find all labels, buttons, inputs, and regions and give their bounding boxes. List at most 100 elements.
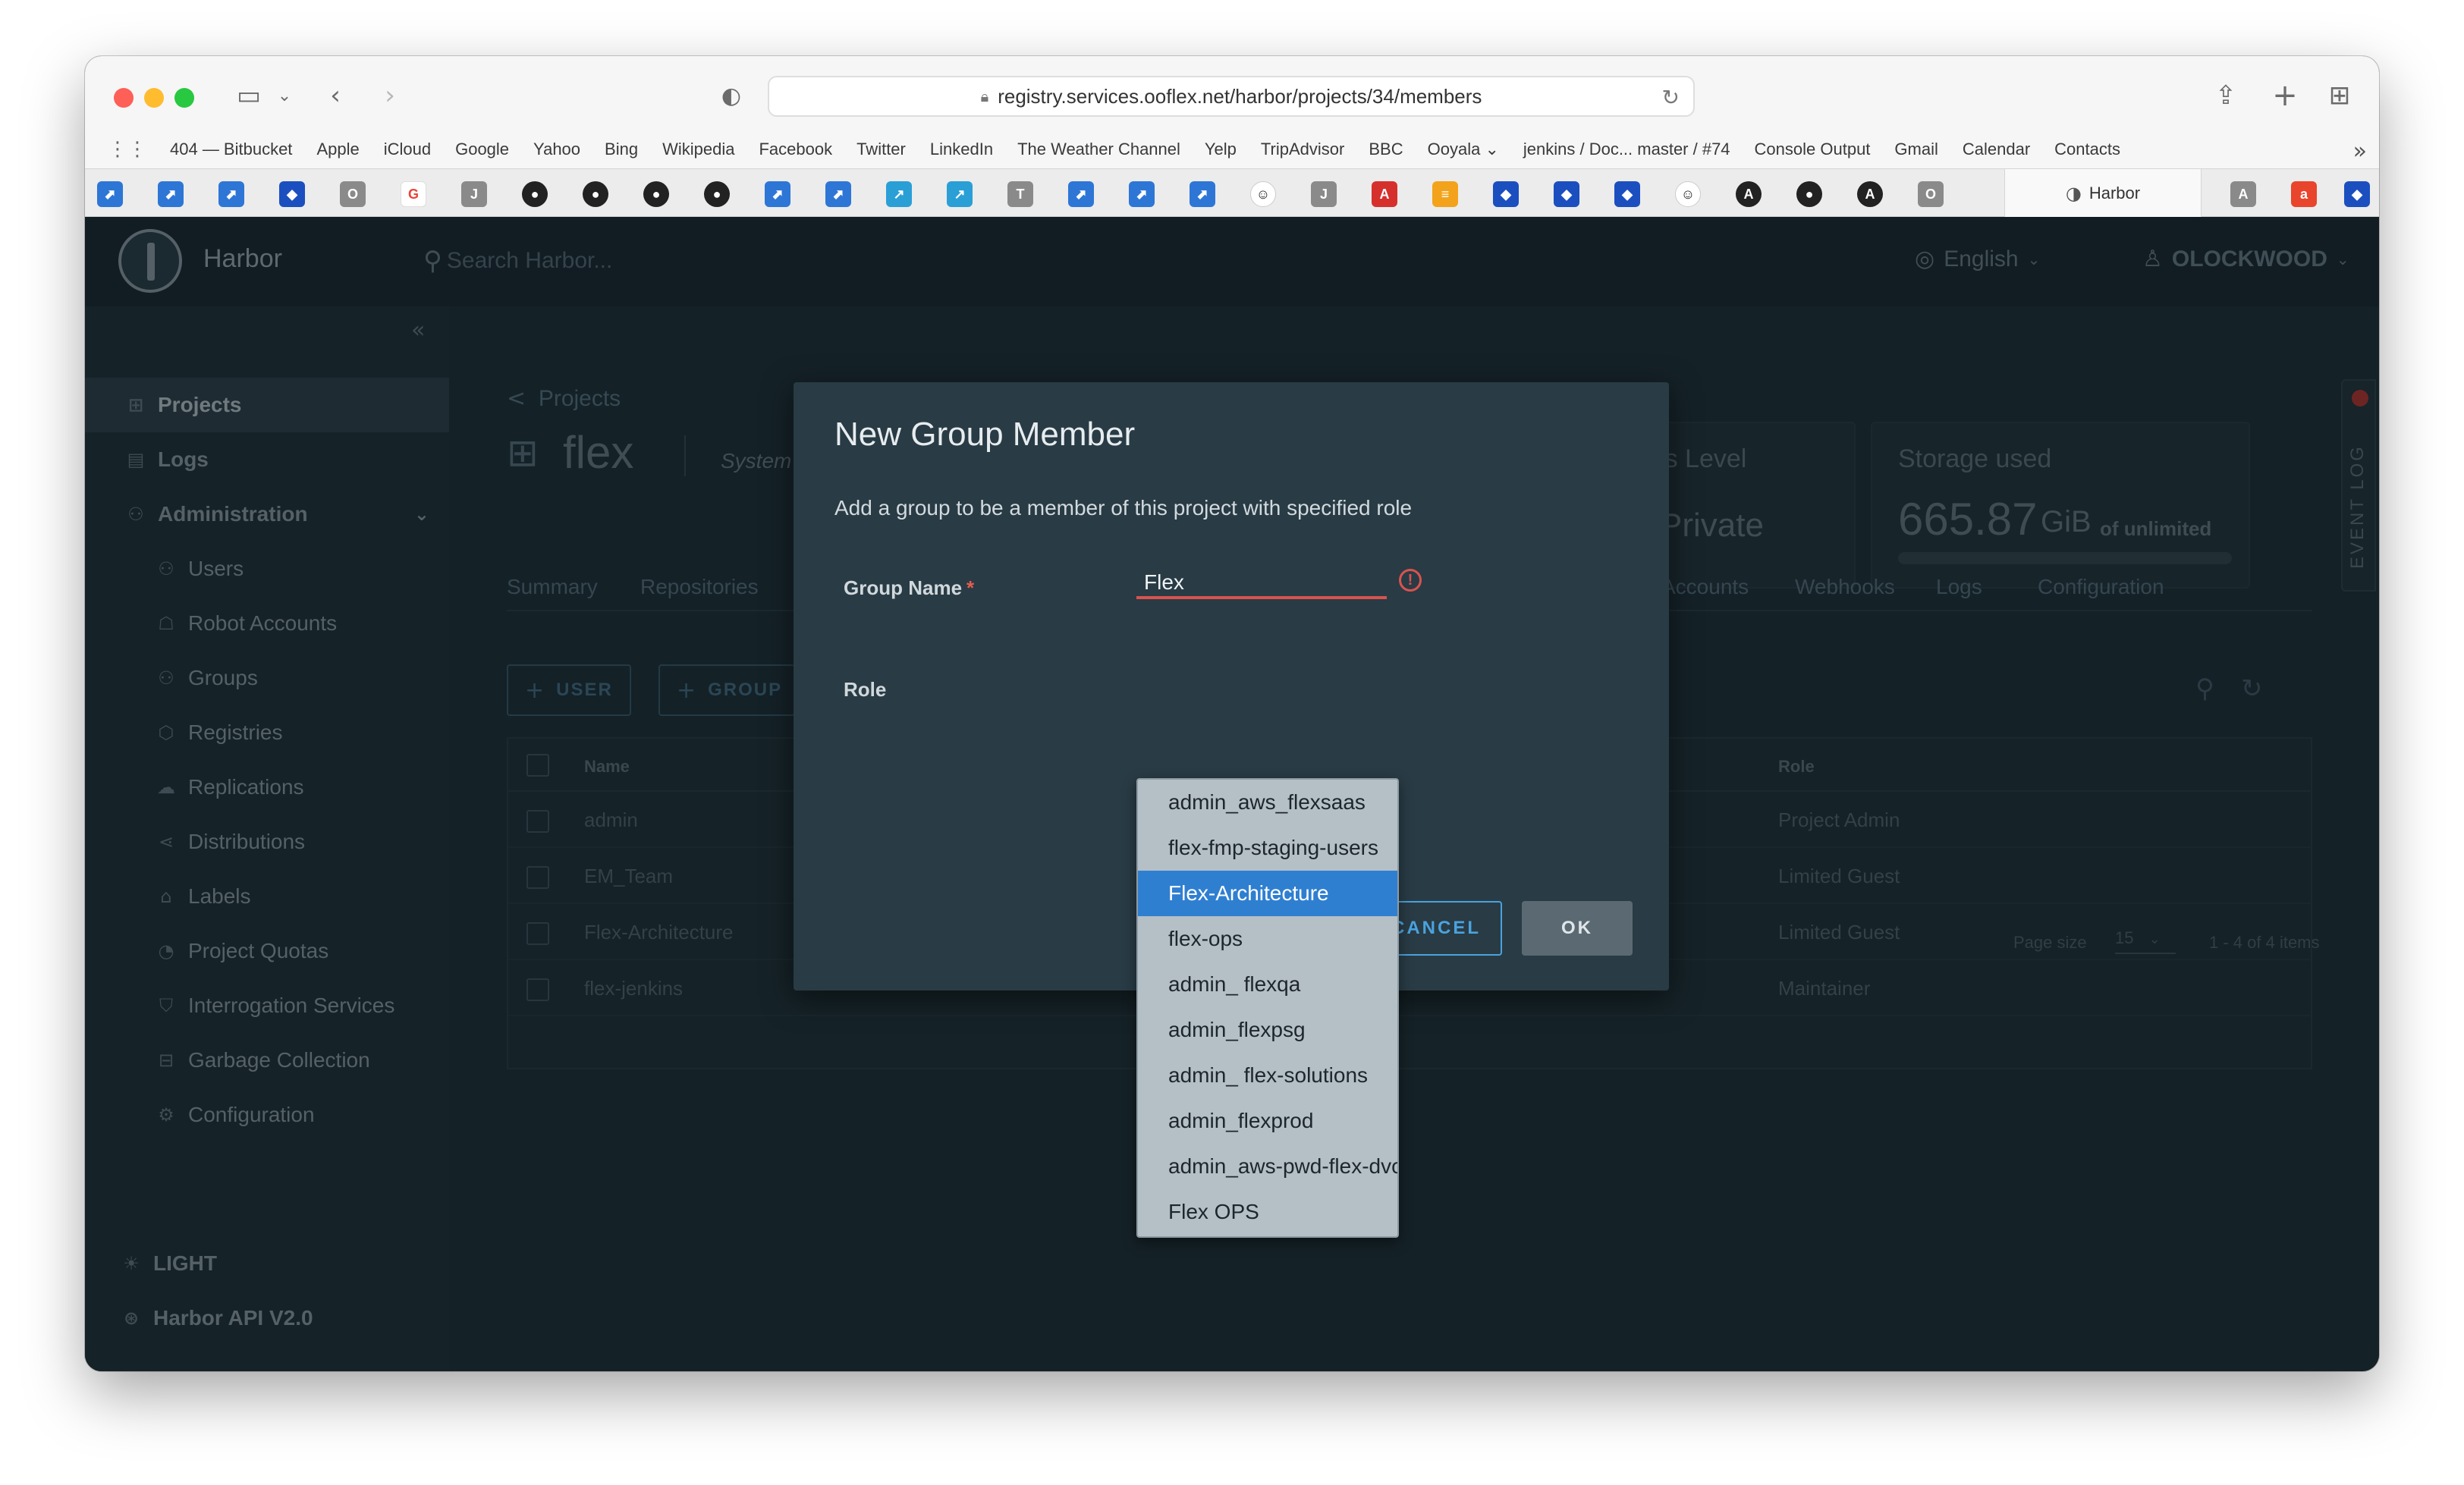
t-tab-icon[interactable]: T [1007,181,1033,207]
privacy-shield-icon[interactable]: ◐ [715,79,748,112]
github-tab-icon[interactable]: ● [522,181,548,207]
favorite-link[interactable]: Apple [316,140,359,159]
github-tab-icon[interactable]: ● [1796,181,1822,207]
tab-harbor-label: Harbor [2088,184,2141,202]
address-bar[interactable]: 🔒︎ registry.services.ooflex.net/harbor/p… [768,76,1695,117]
favorite-link[interactable]: 404 — Bitbucket [170,140,292,159]
back-icon[interactable]: ‹ [319,79,352,112]
favorites-grid-icon[interactable]: ⋮⋮ [108,138,147,161]
jira-tab-icon[interactable]: ⬈ [1190,181,1215,207]
jira-tab-icon[interactable]: ⬈ [1129,181,1155,207]
favorite-link[interactable]: Wikipedia [662,140,734,159]
favorite-link[interactable]: Yahoo [533,140,580,159]
favorite-link[interactable]: Contacts [2054,140,2120,159]
j-tab-icon[interactable]: J [461,181,487,207]
zoom-window-button[interactable] [174,88,194,108]
minimize-window-button[interactable] [144,88,164,108]
suggestion-option[interactable]: flex-fmp-staging-users [1138,825,1397,871]
url-text: registry.services.ooflex.net/harbor/proj… [998,84,1482,108]
confluence-tab-icon[interactable]: ↗ [947,181,973,207]
role-label: Role [844,678,887,701]
favorite-link[interactable]: LinkedIn [930,140,993,159]
favorite-link[interactable]: Google [455,140,509,159]
app-tab-icon[interactable]: a [2291,181,2317,207]
confluence-tab-icon[interactable]: ↗ [886,181,912,207]
new-tab-icon[interactable]: + [2268,78,2302,113]
favorite-link[interactable]: Facebook [759,140,832,159]
tab-overview-icon[interactable]: ⊞ [2323,79,2356,112]
suggestion-option-selected[interactable]: Flex-Architecture [1138,871,1397,916]
dialog-title: New Group Member [834,416,1136,453]
a-tab-icon[interactable]: A [2230,181,2256,207]
group-name-label: Group Name * [844,576,974,600]
github-tab-icon[interactable]: ● [643,181,669,207]
suggestion-option[interactable]: admin_aws-pwd-flex-dvc [1138,1144,1397,1189]
browser-toolbar: ▭ ⌄ ‹ › ◐ 🔒︎ registry.services.ooflex.ne… [85,56,2379,130]
favorite-link[interactable]: jenkins / Doc... master / #74 [1523,140,1730,159]
jenkins-tab-icon[interactable]: ☺ [1675,181,1701,207]
suggestion-option[interactable]: admin_flexpsg [1138,1007,1397,1053]
jira-tab-icon[interactable]: ⬈ [97,181,123,207]
o-tab-icon[interactable]: O [1918,181,1944,207]
favorite-link[interactable]: Gmail [1894,140,1938,159]
sidebar-toggle-icon[interactable]: ▭ [226,79,272,112]
jira-tab-icon[interactable]: ⬈ [825,181,851,207]
favorite-link[interactable]: Calendar [1963,140,2030,159]
argo-tab-icon[interactable]: A [1736,181,1762,207]
forward-icon[interactable]: › [373,79,407,112]
favorite-folder-label: Ooyala [1427,140,1481,159]
favorite-link[interactable]: Twitter [856,140,906,159]
o-tab-icon[interactable]: O [340,181,366,207]
bitbucket-tab-icon[interactable]: ◆ [1493,181,1519,207]
suggestion-option[interactable]: admin_aws_flexsaas [1138,780,1397,825]
argo-tab-icon[interactable]: A [1857,181,1883,207]
required-marker: * [966,576,975,599]
favorite-link[interactable]: BBC [1369,140,1403,159]
favorite-link[interactable]: TripAdvisor [1261,140,1344,159]
jira-tab-icon[interactable]: ⬈ [218,181,244,207]
jira-tab-icon[interactable]: ⬈ [158,181,184,207]
reload-icon[interactable]: ↻ [1662,85,1680,110]
suggestion-option[interactable]: flex-ops [1138,916,1397,962]
google-tab-icon[interactable]: G [401,181,426,207]
suggestion-option[interactable]: admin_ flex-solutions [1138,1053,1397,1098]
favorite-link[interactable]: Console Output [1755,140,1871,159]
close-window-button[interactable] [114,88,134,108]
bitbucket-tab-icon[interactable]: ◆ [1554,181,1579,207]
suggestion-option[interactable]: admin_flexprod [1138,1098,1397,1144]
bitbucket-tab-icon[interactable]: ◆ [1614,181,1640,207]
bitbucket-tab-icon[interactable]: ◆ [279,181,305,207]
jira-tab-icon[interactable]: ⬈ [765,181,790,207]
tab-harbor[interactable]: ◑ Harbor [2004,169,2202,218]
share-icon[interactable]: ⇪ [2209,79,2242,112]
favorite-link[interactable]: Yelp [1205,140,1237,159]
group-name-label-text: Group Name [844,576,963,599]
angular-tab-icon[interactable]: A [1372,181,1397,207]
group-name-input[interactable]: Flex [1136,563,1387,599]
ok-button[interactable]: OK [1522,901,1633,956]
error-icon: ! [1399,569,1422,592]
browser-window: ▭ ⌄ ‹ › ◐ 🔒︎ registry.services.ooflex.ne… [85,56,2379,1371]
harbor-tab-icon: ◑ [2065,183,2082,204]
bitbucket-tab-icon[interactable]: ◆ [2344,181,2370,207]
tab-strip: ⬈ ⬈ ⬈ ◆ O G J ● ● ● ● ⬈ ⬈ ↗ ↗ T ⬈ ⬈ ⬈ ☺ … [85,168,2379,218]
suggestion-option[interactable]: admin_ flexqa [1138,962,1397,1007]
github-tab-icon[interactable]: ● [704,181,730,207]
lock-icon: 🔒︎ [980,87,989,105]
favorite-link[interactable]: Bing [605,140,638,159]
suggestion-option[interactable]: Flex OPS [1138,1189,1397,1235]
more-favorites-icon[interactable]: » [2353,138,2367,165]
jenkins-tab-icon[interactable]: ☺ [1250,181,1276,207]
chevron-down-icon[interactable]: ⌄ [273,79,296,112]
dialog-description: Add a group to be a member of this proje… [834,496,1413,520]
harbor-app: Harbor ⚲ Search Harbor... ◎ English ⌄ ♙ … [85,217,2379,1371]
sublime-tab-icon[interactable]: ≡ [1432,181,1458,207]
favorite-link[interactable]: The Weather Channel [1017,140,1180,159]
favorite-link[interactable]: iCloud [384,140,431,159]
github-tab-icon[interactable]: ● [583,181,608,207]
j-tab-icon[interactable]: J [1311,181,1337,207]
favorites-bar: ⋮⋮ 404 — Bitbucket Apple iCloud Google Y… [85,130,2379,168]
jira-tab-icon[interactable]: ⬈ [1068,181,1094,207]
favorite-folder[interactable]: Ooyala ⌄ [1428,140,1499,159]
group-suggestions-dropdown: admin_aws_flexsaas flex-fmp-staging-user… [1136,778,1399,1238]
